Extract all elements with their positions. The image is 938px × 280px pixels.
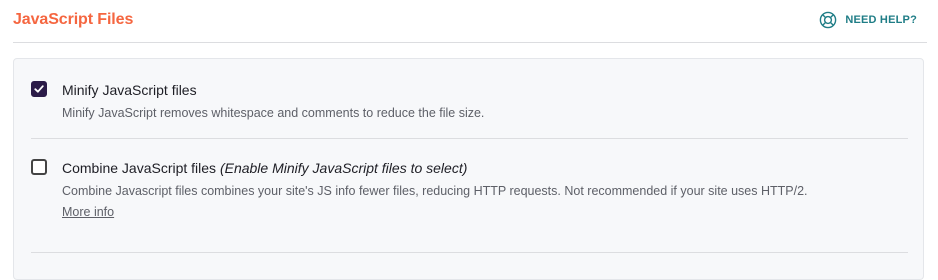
combine-js-checkbox[interactable] <box>31 159 47 175</box>
need-help-link[interactable]: NEED HELP? <box>819 11 917 29</box>
divider <box>31 138 908 139</box>
section-title: JavaScript Files <box>13 11 134 28</box>
combine-js-note: (Enable Minify JavaScript files to selec… <box>219 160 468 176</box>
need-help-label: NEED HELP? <box>845 14 917 26</box>
minify-js-label[interactable]: Minify JavaScript files <box>62 82 197 98</box>
combine-js-label-text: Combine JavaScript files <box>62 160 217 176</box>
checkmark-icon <box>34 85 44 93</box>
more-info-link[interactable]: More info <box>62 205 114 219</box>
minify-js-label-text: Minify JavaScript files <box>62 82 197 98</box>
combine-js-label[interactable]: Combine JavaScript files (Enable Minify … <box>62 160 467 176</box>
minify-js-checkbox[interactable] <box>31 81 47 97</box>
options-panel: Minify JavaScript files Minify JavaScrip… <box>13 58 924 280</box>
section-header: JavaScript Files NEED HELP? <box>13 0 927 43</box>
divider <box>31 252 908 253</box>
minify-js-description: Minify JavaScript removes whitespace and… <box>62 106 485 120</box>
lifebuoy-icon <box>819 11 837 29</box>
combine-js-description: Combine Javascript files combines your s… <box>62 184 808 198</box>
